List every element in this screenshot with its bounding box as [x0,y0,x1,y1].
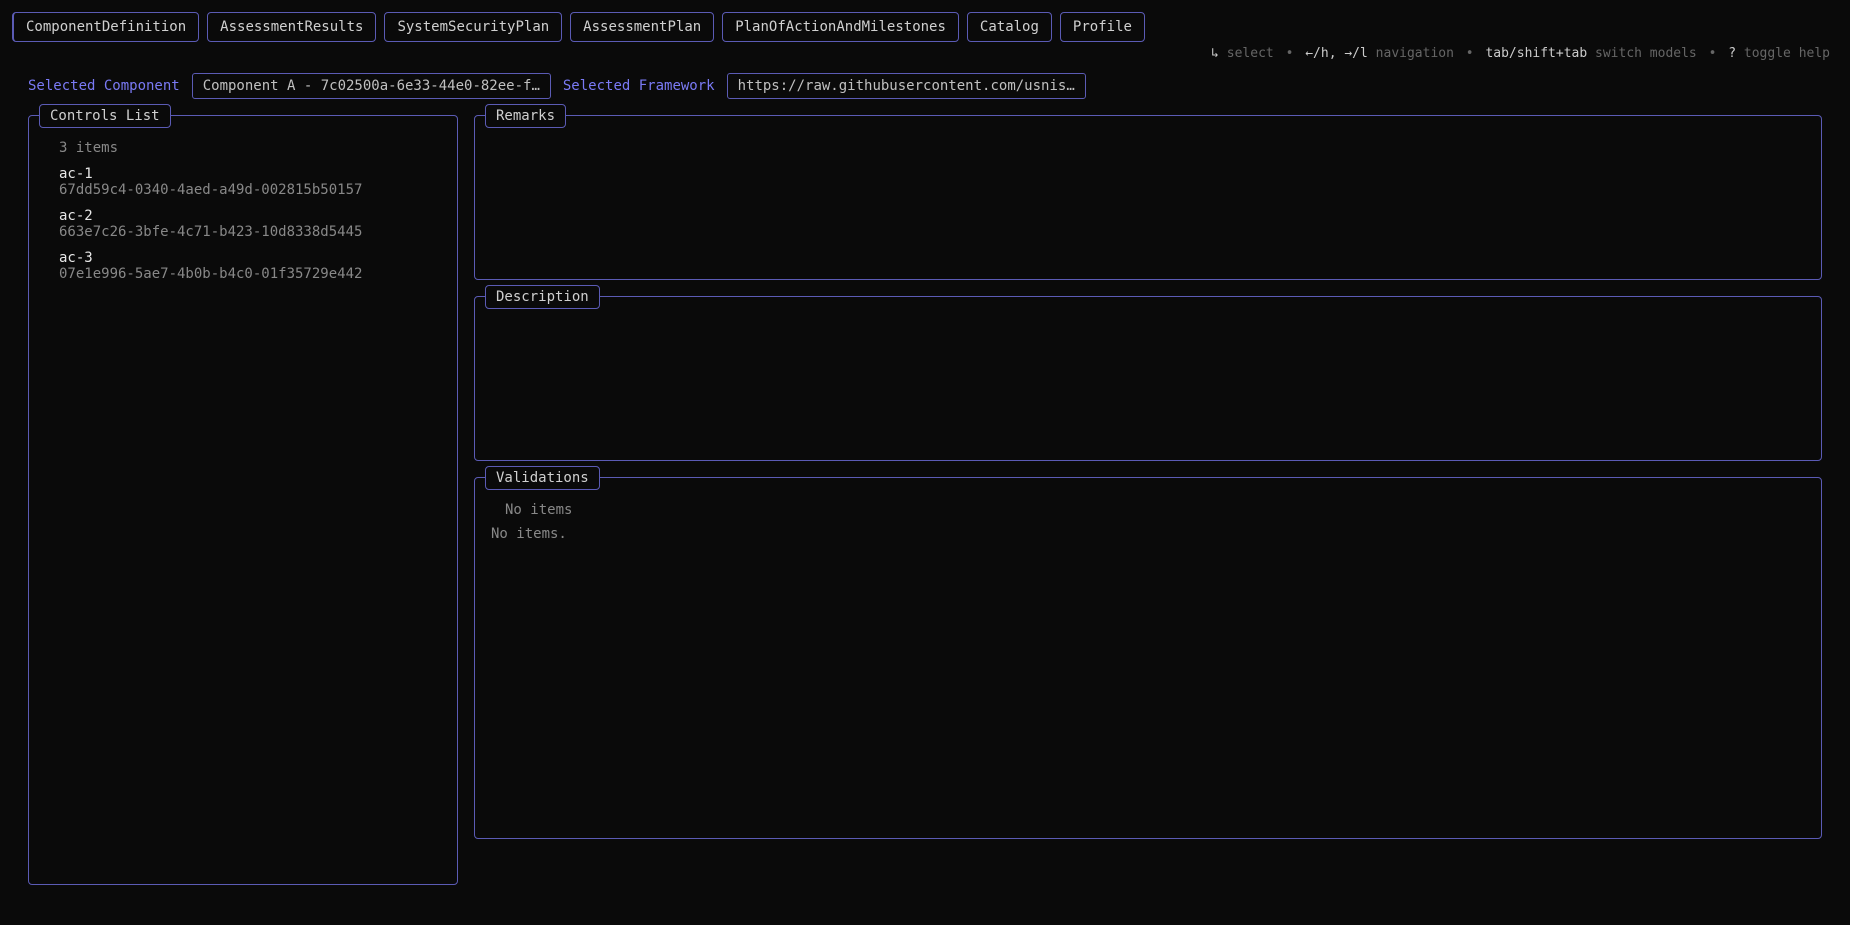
hint-bar: ↳ select • ←/h, →/l navigation • tab/shi… [12,46,1838,61]
control-uuid: 663e7c26-3bfe-4c71-b423-10d8338d5445 [59,224,441,240]
hint-help-key: ? [1728,46,1736,61]
validations-panel: Validations No items No items. [474,477,1822,839]
right-column: Remarks Description Validations No items… [474,115,1822,885]
tab-assessmentresults[interactable]: AssessmentResults [207,12,376,42]
remarks-title: Remarks [485,104,566,128]
tab-assessmentplan[interactable]: AssessmentPlan [570,12,714,42]
hint-nav-label: navigation [1376,46,1454,61]
controls-list-title: Controls List [39,104,171,128]
remarks-panel: Remarks [474,115,1822,280]
tab-catalog[interactable]: Catalog [967,12,1052,42]
hint-separator: • [1466,46,1474,61]
hint-nav-key: ←/h, →/l [1305,46,1368,61]
hint-select-label: select [1227,46,1274,61]
hint-separator: • [1709,46,1717,61]
main-content: Controls List 3 items ac-1 67dd59c4-0340… [12,115,1838,885]
tab-planofactionandmilestones[interactable]: PlanOfActionAndMilestones [722,12,959,42]
hint-switch-key: tab/shift+tab [1485,46,1587,61]
description-title: Description [485,285,600,309]
control-item[interactable]: ac-3 07e1e996-5ae7-4b0b-b4c0-01f35729e44… [45,248,441,290]
hint-select-key: ↳ [1211,46,1219,61]
hint-switch-label: switch models [1595,46,1697,61]
control-item[interactable]: ac-1 67dd59c4-0340-4aed-a49d-002815b5015… [45,164,441,206]
control-id: ac-2 [59,208,441,224]
selected-framework-label: Selected Framework [563,78,715,94]
left-column: Controls List 3 items ac-1 67dd59c4-0340… [28,115,458,885]
control-item[interactable]: ac-2 663e7c26-3bfe-4c71-b423-10d8338d544… [45,206,441,248]
control-uuid: 67dd59c4-0340-4aed-a49d-002815b50157 [59,182,441,198]
control-uuid: 07e1e996-5ae7-4b0b-b4c0-01f35729e442 [59,266,441,282]
tab-bar: ComponentDefinition AssessmentResults Sy… [12,12,1838,42]
tab-systemsecurityplan[interactable]: SystemSecurityPlan [384,12,562,42]
control-id: ac-3 [59,250,441,266]
control-id: ac-1 [59,166,441,182]
selected-component-dropdown[interactable]: Component A - 7c02500a-6e33-44e0-82ee-f… [192,73,551,99]
hint-separator: • [1286,46,1294,61]
tab-profile[interactable]: Profile [1060,12,1145,42]
description-panel: Description [474,296,1822,461]
selected-framework-dropdown[interactable]: https://raw.githubusercontent.com/usnis… [727,73,1086,99]
hint-help-label: toggle help [1744,46,1830,61]
controls-list-panel: Controls List 3 items ac-1 67dd59c4-0340… [28,115,458,885]
selected-component-label: Selected Component [28,78,180,94]
controls-count: 3 items [45,140,441,156]
validations-count: No items [491,502,1805,518]
tab-componentdefinition[interactable]: ComponentDefinition [12,12,199,42]
selector-row: Selected Component Component A - 7c02500… [12,73,1838,99]
validations-body: No items. [491,526,1805,542]
validations-title: Validations [485,466,600,490]
